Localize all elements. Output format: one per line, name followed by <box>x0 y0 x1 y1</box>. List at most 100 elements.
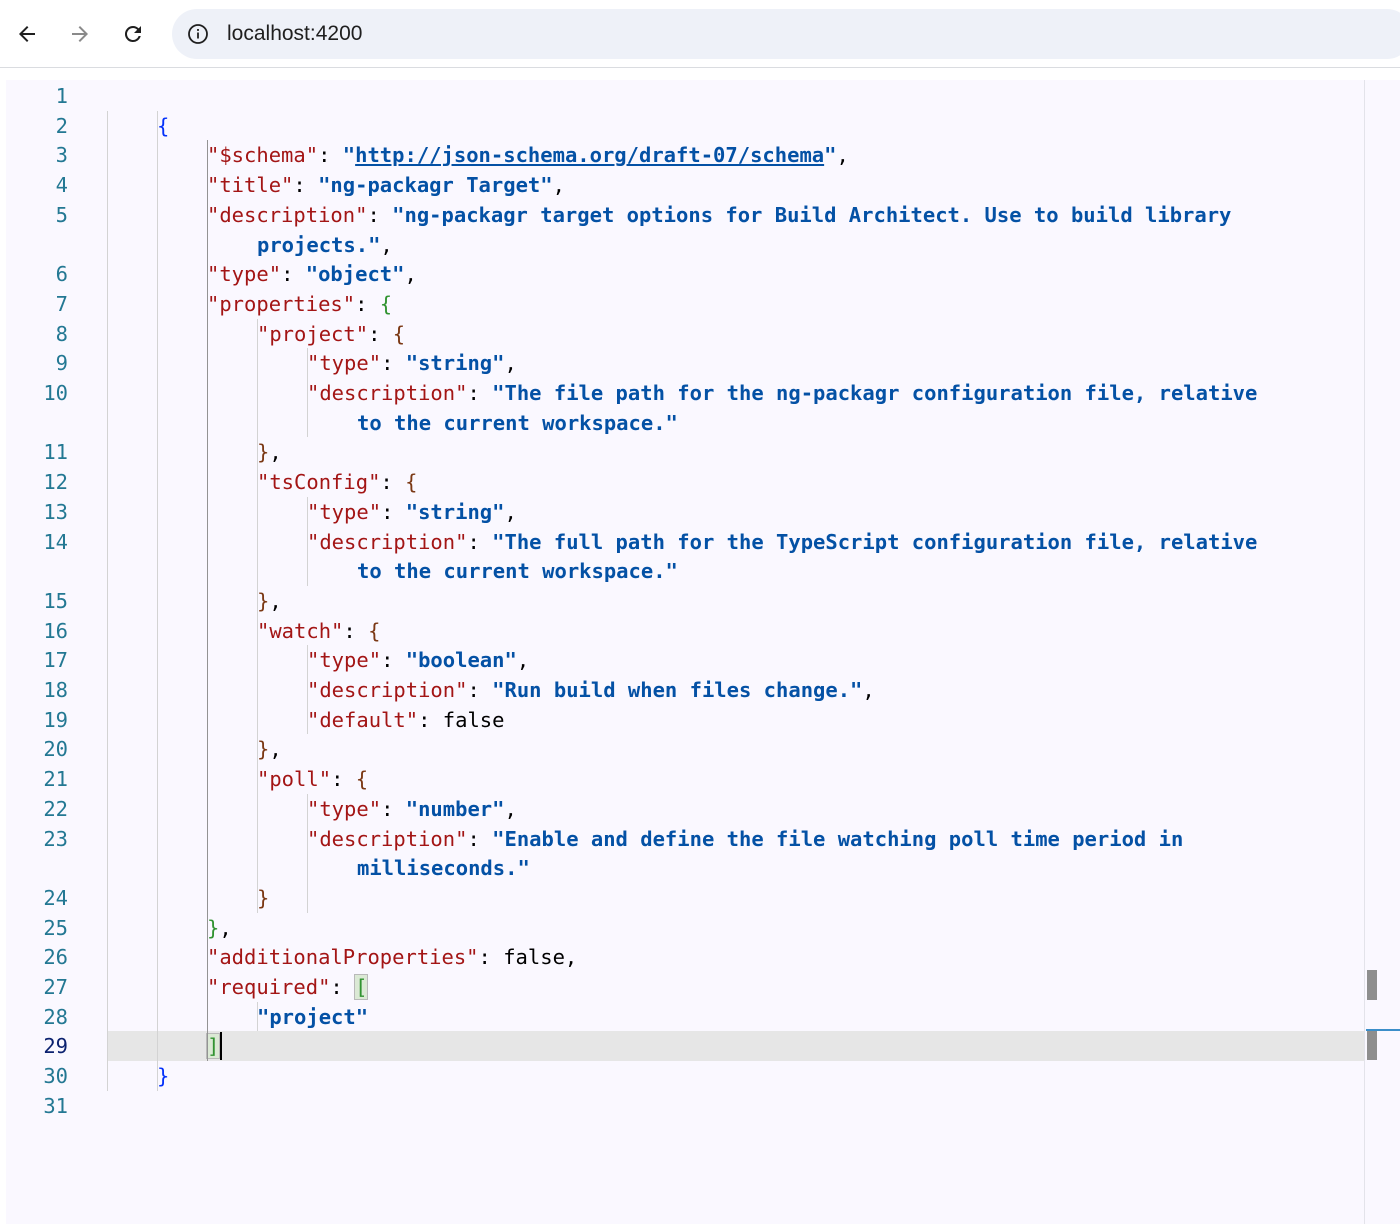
code-line[interactable]: 13 "type": "string", <box>6 497 1364 527</box>
code-token: "description" <box>307 381 468 405</box>
code-line[interactable]: 14 "description": "The full path for the … <box>6 527 1364 557</box>
code-token: } <box>257 440 270 465</box>
code-line[interactable]: 21 "poll": { <box>6 764 1364 794</box>
indent-guide <box>307 348 308 438</box>
code-token: } <box>257 737 270 762</box>
code-token: , <box>380 232 393 257</box>
code-text[interactable]: "title": "ng-packagr Target", <box>207 170 565 200</box>
code-line[interactable]: 17 "type": "boolean", <box>6 645 1364 675</box>
url-text[interactable]: localhost:4200 <box>227 9 362 59</box>
code-text[interactable]: to the current workspace." <box>357 556 678 586</box>
code-line[interactable]: 22 "type": "number", <box>6 794 1364 824</box>
code-text[interactable]: "required": [ <box>207 972 369 1002</box>
code-line[interactable]: 28 "project" <box>6 1002 1364 1032</box>
code-line[interactable]: 16 "watch": { <box>6 616 1364 646</box>
code-text[interactable]: to the current workspace." <box>357 408 678 438</box>
line-number: 11 <box>43 440 68 465</box>
code-text[interactable]: "$schema": "http://json-schema.org/draft… <box>207 140 849 170</box>
code-token: to the current workspace." <box>357 559 678 584</box>
code-line[interactable]: 27 "required": [ <box>6 972 1364 1002</box>
reload-button[interactable] <box>113 14 153 54</box>
code-text[interactable]: }, <box>207 913 232 943</box>
code-text[interactable]: } <box>257 883 269 913</box>
code-text[interactable]: milliseconds." <box>357 853 530 883</box>
code-line[interactable]: 31 <box>6 1091 1364 1121</box>
code-text[interactable]: }, <box>257 437 282 467</box>
code-text[interactable]: "additionalProperties": false, <box>207 942 577 972</box>
code-text[interactable]: "description": "The full path for the Ty… <box>307 527 1257 557</box>
code-token: "Run build when files change." <box>492 678 863 702</box>
forward-button[interactable] <box>60 14 100 54</box>
schema-link[interactable]: http://json-schema.org/draft-07/schema <box>355 143 824 167</box>
code-text[interactable]: "description": "ng-packagr target option… <box>207 200 1231 230</box>
code-line[interactable]: 11}, <box>6 437 1364 467</box>
code-line[interactable]: 24} <box>6 883 1364 913</box>
code-text[interactable]: ] <box>205 1031 221 1061</box>
code-token: "Enable and define the file watching pol… <box>492 826 1184 851</box>
code-token: { <box>405 470 418 495</box>
code-line[interactable]: 23 "description": "Enable and define the … <box>6 824 1364 854</box>
code-line[interactable]: milliseconds." <box>6 853 1364 883</box>
address-bar[interactable]: localhost:4200 <box>172 9 1400 59</box>
code-line[interactable]: 9 "type": "string", <box>6 348 1364 378</box>
line-number: 9 <box>55 351 68 376</box>
code-line[interactable]: 4 "title": "ng-packagr Target", <box>6 170 1364 200</box>
code-token: , <box>219 915 232 940</box>
code-line[interactable]: 5 "description": "ng-packagr target optio… <box>6 200 1364 230</box>
site-info-button[interactable] <box>184 20 212 48</box>
code-line[interactable]: 19 "default": false <box>6 705 1364 735</box>
code-text[interactable]: "description": "The file path for the ng… <box>307 378 1257 408</box>
code-text[interactable]: "type": "string", <box>307 348 517 378</box>
code-token: "properties" <box>207 291 356 316</box>
code-line[interactable]: 30} <box>6 1061 1364 1091</box>
code-line[interactable]: 1 <box>6 81 1364 111</box>
code-line[interactable]: projects.", <box>6 230 1364 260</box>
code-token: : <box>330 975 356 999</box>
code-token: , <box>504 796 517 821</box>
code-text[interactable]: "type": "number", <box>307 794 517 824</box>
code-line[interactable]: 3 "$schema": "http://json-schema.org/draf… <box>6 140 1364 170</box>
code-editor[interactable]: 1 2{3 "$schema": "http://json-schema.org/d… <box>6 80 1400 1224</box>
code-line[interactable]: 26 "additionalProperties": false, <box>6 942 1364 972</box>
code-text[interactable]: "properties": { <box>207 289 392 319</box>
code-token: "The full path for the TypeScript config… <box>492 529 1258 554</box>
code-text[interactable]: { <box>157 111 169 141</box>
code-line[interactable]: 25}, <box>6 913 1364 943</box>
code-token: , <box>269 588 282 613</box>
code-text[interactable]: }, <box>257 586 282 616</box>
code-text[interactable]: "poll": { <box>257 764 368 794</box>
code-text[interactable]: "type": "object", <box>207 259 417 289</box>
code-line[interactable]: 29] <box>6 1031 1364 1062</box>
code-line[interactable]: 15}, <box>6 586 1364 616</box>
code-text[interactable]: "tsConfig": { <box>257 467 417 497</box>
code-text[interactable]: } <box>157 1061 169 1091</box>
code-line[interactable]: to the current workspace." <box>6 556 1364 586</box>
code-text[interactable]: "description": "Enable and define the fi… <box>307 824 1183 854</box>
code-text[interactable]: "type": "string", <box>307 497 517 527</box>
code-text[interactable]: "project" <box>257 1002 368 1032</box>
code-text[interactable]: "project": { <box>257 319 405 349</box>
code-token: "The file path for the ng-packagr config… <box>492 381 1258 405</box>
line-number: 12 <box>43 470 68 495</box>
arrow-right-icon <box>72 26 88 42</box>
code-line[interactable]: 12 "tsConfig": { <box>6 467 1364 497</box>
code-token: to the current workspace." <box>357 410 678 435</box>
code-line[interactable]: 7 "properties": { <box>6 289 1364 319</box>
code-line[interactable]: 18 "description": "Run build when files c… <box>6 675 1364 705</box>
code-text[interactable]: "type": "boolean", <box>307 645 529 675</box>
back-button[interactable] <box>7 14 47 54</box>
code-line[interactable]: to the current workspace." <box>6 408 1364 438</box>
code-token: : <box>467 381 493 405</box>
code-text[interactable]: "watch": { <box>257 616 380 646</box>
code-line[interactable]: 2{ <box>6 111 1364 141</box>
code-text[interactable]: "default": false <box>307 705 505 735</box>
code-line[interactable]: 6 "type": "object", <box>6 259 1364 289</box>
code-text[interactable]: "description": "Run build when files cha… <box>307 675 875 705</box>
code-text[interactable]: projects.", <box>257 230 393 260</box>
code-line[interactable]: 10 "description": "The file path for the … <box>6 378 1364 408</box>
code-text[interactable]: }, <box>257 734 282 764</box>
code-line[interactable]: 20}, <box>6 734 1364 764</box>
code-token: "project" <box>257 1004 369 1029</box>
line-number: 25 <box>43 915 68 940</box>
code-line[interactable]: 8 "project": { <box>6 319 1364 349</box>
